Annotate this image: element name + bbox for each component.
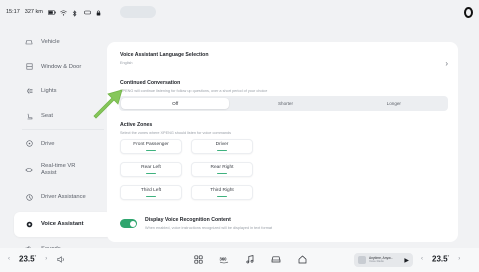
car-icon: [25, 38, 33, 46]
zone-rear-right[interactable]: Rear Right: [191, 162, 253, 177]
display-recognition-toggle[interactable]: [120, 219, 137, 228]
sidebar-item-label: Driver Assistance: [41, 194, 86, 201]
record-icon[interactable]: [464, 7, 473, 18]
sidebar-item-voice-assistant[interactable]: Voice Assistant: [14, 211, 112, 237]
display-recognition-row: Display Voice Recognition Content When e…: [120, 217, 272, 230]
status-bar: 15:17 327 km: [0, 0, 479, 24]
sidebar-item-label: Lights: [41, 88, 57, 95]
zone-label: Rear Right: [210, 164, 234, 170]
sidebar-item-drive[interactable]: Drive: [14, 131, 112, 156]
voice-assistant-panel: Voice Assistant Language Selection Engli…: [107, 42, 458, 242]
climate-right: ‹ 23.5° ›: [421, 254, 460, 264]
media-player[interactable]: Anytime, Anyw... Voice Radio ▶: [354, 253, 413, 267]
voice-icon: [25, 220, 33, 228]
svg-text:360: 360: [220, 256, 228, 261]
language-selection-row[interactable]: Voice Assistant Language Selection Engli…: [120, 52, 448, 76]
sidebar-item-driver-assistance[interactable]: Driver Assistance: [14, 184, 112, 212]
home-icon[interactable]: [297, 254, 307, 264]
album-art: [358, 256, 366, 264]
active-zones-section: Active Zones Select the zones where XPEN…: [120, 122, 231, 135]
media-info: Anytime, Anyw... Voice Radio: [369, 256, 393, 264]
assist-icon: [25, 194, 33, 202]
toggle-knob: [129, 220, 136, 227]
range-readout: 327 km: [24, 9, 43, 15]
zone-active-indicator: [217, 195, 227, 198]
window-icon: [25, 63, 33, 71]
language-title: Voice Assistant Language Selection: [120, 52, 209, 58]
temp-up-left-button[interactable]: ›: [45, 256, 47, 262]
status-pill: [120, 6, 156, 18]
temp-right[interactable]: 23.5°: [432, 254, 449, 264]
sidebar-item-label: Seat: [41, 113, 53, 120]
temp-right-value: 23.5: [432, 254, 448, 264]
sidebar-item-real-time-vr-assist[interactable]: Real-time VR Assist: [14, 156, 112, 184]
conversation-segmented-control: Off Shorter Longer: [119, 96, 448, 111]
conv-desc: XPENG will continue listening for follow…: [120, 89, 268, 93]
temp-down-left-button[interactable]: ‹: [8, 256, 10, 262]
sidebar-item-label: Real-time VR Assist: [41, 163, 76, 176]
vr-icon: [25, 166, 33, 174]
zone-third-right[interactable]: Third Right: [191, 185, 253, 200]
zone-grid: Front Passenger Driver Rear Left Rear Ri…: [120, 139, 253, 200]
dock-apps: 360: [193, 254, 307, 264]
segment-shorter[interactable]: Shorter: [231, 96, 339, 111]
apps-grid-icon[interactable]: [193, 254, 203, 264]
media-subtitle: Voice Radio: [369, 259, 384, 264]
zone-active-indicator: [146, 195, 156, 198]
green-arrow-icon: [93, 89, 123, 119]
temp-down-right-button[interactable]: ‹: [421, 256, 423, 262]
seat-icon: [25, 112, 33, 120]
zone-label: Third Right: [210, 187, 234, 193]
bluetooth-icon: [72, 9, 79, 17]
wifi-icon: [60, 9, 67, 15]
sidebar-item-window-door[interactable]: Window & Door: [14, 55, 112, 80]
sidebar-item-label: Vehicle: [41, 39, 60, 46]
zone-driver[interactable]: Driver: [191, 139, 253, 154]
segment-longer[interactable]: Longer: [340, 96, 448, 111]
zone-label: Rear Left: [141, 164, 161, 170]
temp-left[interactable]: 23.5°: [19, 254, 36, 264]
sidebar-divider: [22, 129, 104, 131]
zone-active-indicator: [146, 172, 156, 175]
play-icon[interactable]: ▶: [404, 257, 409, 264]
zone-label: Driver: [215, 141, 229, 147]
language-value: English: [120, 61, 133, 65]
temp-left-value: 23.5: [19, 254, 35, 264]
bottom-dock: ‹ 23.5° › 360 Anytime, Anyw... Voice Rad…: [0, 248, 479, 272]
zone-active-indicator: [217, 172, 227, 175]
zones-title: Active Zones: [120, 122, 153, 128]
zone-rear-left[interactable]: Rear Left: [120, 162, 182, 177]
sidebar-item-vehicle[interactable]: Vehicle: [14, 30, 112, 55]
segment-off[interactable]: Off: [121, 98, 230, 109]
music-icon[interactable]: [245, 254, 255, 264]
continued-conversation-section: Continued Conversation XPENG will contin…: [120, 80, 267, 93]
volume-icon[interactable]: [56, 254, 66, 264]
clock: 15:17: [6, 9, 20, 15]
sidebar-item-label: Voice Assistant: [41, 221, 84, 228]
battery-icon: [47, 9, 56, 15]
steering-icon: [25, 140, 33, 148]
temp-up-right-button[interactable]: ›: [458, 256, 460, 262]
zone-front-passenger[interactable]: Front Passenger: [120, 139, 182, 154]
settings-sidebar: Vehicle Window & Door Lights Seat Drive …: [14, 30, 112, 261]
zone-label: Front Passenger: [133, 141, 169, 147]
zone-active-indicator: [146, 149, 156, 152]
climate-left: ‹ 23.5° ›: [8, 254, 66, 264]
zone-label: Third Left: [140, 187, 162, 193]
sidebar-item-label: Window & Door: [41, 63, 82, 70]
light-icon: [25, 87, 33, 95]
zone-active-indicator: [217, 149, 227, 152]
chevron-right-icon: ›: [445, 59, 448, 68]
360-camera-icon[interactable]: 360: [219, 254, 229, 264]
conv-title: Continued Conversation: [120, 80, 181, 86]
sidebar-item-label: Drive: [41, 140, 55, 147]
car-icon[interactable]: [271, 254, 281, 264]
display-title: Display Voice Recognition Content: [145, 217, 231, 223]
zone-third-left[interactable]: Third Left: [120, 185, 182, 200]
display-desc: When enabled, voice instructions recogni…: [145, 226, 273, 230]
lock-icon: [96, 10, 103, 15]
zones-desc: Select the zones where XPENG should list…: [120, 131, 232, 135]
car-link-icon: [84, 10, 91, 15]
